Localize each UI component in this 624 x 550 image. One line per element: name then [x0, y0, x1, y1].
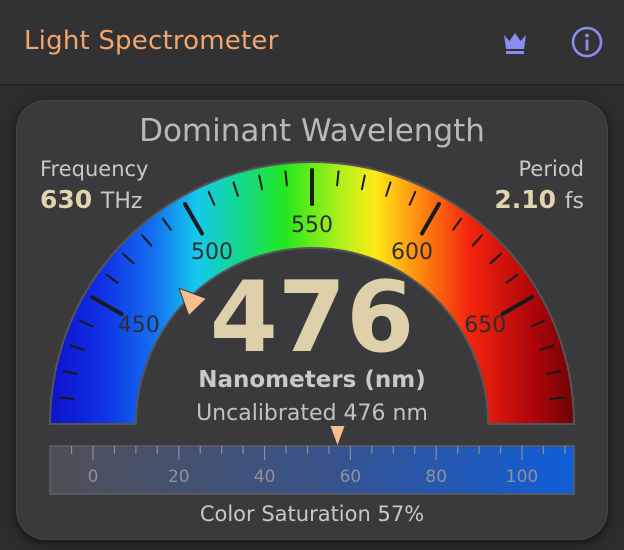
saturation-tick-label: 40: [254, 467, 276, 487]
saturation-tick-label: 20: [168, 467, 190, 487]
saturation-tick-label: 80: [425, 467, 447, 487]
saturation-marker: [330, 426, 345, 445]
saturation-tick-label: 100: [506, 467, 538, 487]
saturation-label: Color Saturation 57%: [199, 502, 425, 526]
wavelength-unit: Nanometers (nm): [198, 367, 426, 393]
saturation-bar: [49, 445, 575, 495]
saturation-tick-label: 60: [340, 467, 362, 487]
saturation-tick-label: 0: [88, 467, 99, 487]
uncalibrated-reading: Uncalibrated 476 nm: [196, 401, 428, 426]
wavelength-value: 476: [209, 261, 415, 375]
gauge-tick-label: 550: [291, 213, 333, 238]
